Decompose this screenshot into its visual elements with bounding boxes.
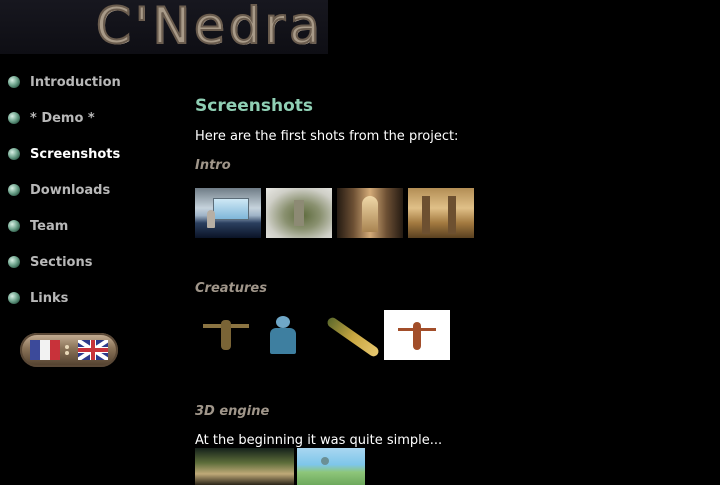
logo-text: C'Nedra — [95, 0, 324, 56]
section-text: At the beginning it was quite simple... — [195, 433, 443, 448]
separator-dots — [65, 345, 71, 355]
bullet-icon — [8, 148, 20, 160]
section-heading-creatures: Creatures — [195, 281, 267, 296]
nav-item-label: * Demo * — [30, 110, 95, 126]
nav-item-demo[interactable]: * Demo * — [8, 108, 95, 128]
nav-item-label: Team — [30, 218, 69, 234]
bullet-icon — [8, 220, 20, 232]
nav-item-downloads[interactable]: Downloads — [8, 180, 110, 200]
bullet-icon — [8, 292, 20, 304]
creature-thumbnail[interactable] — [262, 310, 306, 360]
screenshot-thumbnail[interactable] — [337, 188, 403, 238]
language-switcher — [20, 333, 118, 367]
site-logo: C'Nedra — [0, 0, 328, 56]
nav-item-team[interactable]: Team — [8, 216, 68, 236]
nav-item-screenshots[interactable]: Screenshots — [8, 144, 120, 164]
nav-item-label: Screenshots — [30, 146, 121, 162]
nav-item-links[interactable]: Links — [8, 288, 68, 308]
bullet-icon — [8, 112, 20, 124]
bullet-icon — [8, 256, 20, 268]
nav-item-label: Introduction — [30, 74, 121, 90]
nav-item-introduction[interactable]: Introduction — [8, 72, 121, 92]
nav-item-label: Sections — [30, 254, 93, 270]
engine-thumbnail[interactable] — [297, 448, 365, 485]
bullet-icon — [8, 76, 20, 88]
nav-item-label: Downloads — [30, 182, 111, 198]
nav-item-label: Links — [30, 290, 69, 306]
engine-thumbnail[interactable] — [195, 448, 294, 485]
section-heading-3d-engine: 3D engine — [195, 404, 270, 419]
bullet-icon — [8, 184, 20, 196]
screenshot-thumbnail[interactable] — [266, 188, 332, 238]
page-title: Screenshots — [195, 96, 314, 116]
nav-item-sections[interactable]: Sections — [8, 252, 92, 272]
creature-thumbnail[interactable] — [315, 310, 381, 360]
screenshot-thumbnail[interactable] — [195, 188, 261, 238]
creature-thumbnail[interactable] — [195, 310, 255, 360]
creature-thumbnail[interactable] — [384, 310, 450, 360]
intro-text: Here are the first shots from the projec… — [195, 129, 459, 144]
uk-flag-icon[interactable] — [78, 340, 108, 360]
section-heading-intro: Intro — [195, 158, 231, 173]
french-flag-icon[interactable] — [30, 340, 60, 360]
screenshot-thumbnail[interactable] — [408, 188, 474, 238]
